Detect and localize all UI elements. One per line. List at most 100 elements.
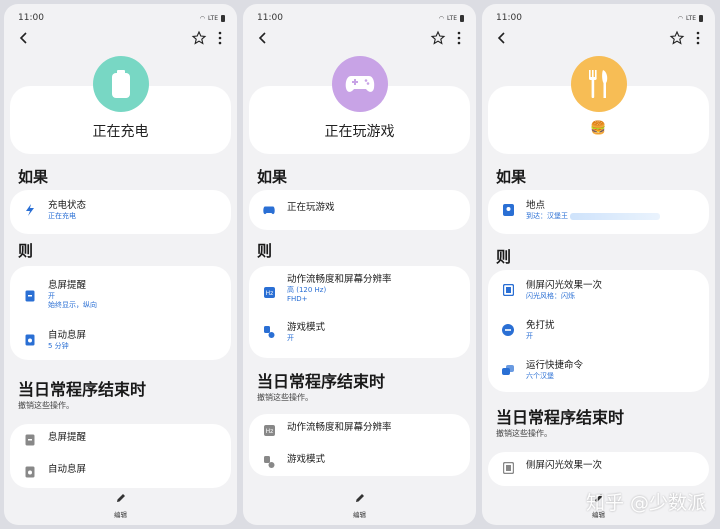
routine-title: 🍔 bbox=[590, 121, 607, 136]
end-subtitle: 撤销这些操作。 bbox=[257, 393, 313, 402]
top-bar bbox=[253, 28, 466, 50]
more-options-icon[interactable] bbox=[693, 30, 703, 46]
undo-item-game-mode[interactable]: 游戏模式 bbox=[249, 454, 470, 472]
then-heading: 则 bbox=[18, 242, 34, 260]
game-mode-icon bbox=[263, 326, 275, 338]
back-arrow-icon[interactable] bbox=[16, 30, 32, 46]
hero-icon-circle[interactable] bbox=[570, 56, 627, 112]
more-options-icon[interactable] bbox=[454, 30, 464, 46]
undo-item-title: 侧屏闪光效果一次 bbox=[526, 460, 603, 471]
wifi-icon: ◠ bbox=[677, 14, 684, 22]
if-heading: 如果 bbox=[18, 168, 49, 186]
if-heading: 如果 bbox=[257, 168, 288, 186]
status-time: 11:00 bbox=[257, 13, 283, 23]
hz-icon: Hz bbox=[263, 286, 275, 298]
action-title: 息屏提醒 bbox=[48, 280, 87, 291]
routine-panel-charging: 11:00 ◠ LTE 正在充电 如果 充电状态 正在充电 则 息屏提醒 开 始… bbox=[4, 4, 237, 525]
edit-label: 编辑 bbox=[114, 511, 127, 519]
aod-icon bbox=[24, 290, 36, 302]
status-time: 11:00 bbox=[18, 13, 44, 23]
network-label: LTE bbox=[208, 14, 218, 22]
end-card: 息屏提醒 自动息屏 bbox=[10, 424, 231, 488]
top-bar bbox=[14, 28, 227, 50]
action-edge-lighting[interactable]: 侧屏闪光效果一次 闪光风格：闪烁 bbox=[488, 280, 709, 306]
routine-panel-burger: 11:00 ◠ LTE 🍔 如果 地点 到达：汉堡王 则 侧屏闪光效果一次 闪光… bbox=[482, 4, 715, 525]
action-detail: 开 bbox=[526, 332, 533, 340]
status-bar: 11:00 ◠ LTE bbox=[496, 12, 703, 24]
action-refresh-rate[interactable]: Hz 动作流畅度和屏幕分辨率 高 (120 Hz) FHD+ bbox=[249, 274, 470, 312]
action-detail: 5 分钟 bbox=[48, 342, 69, 350]
battery-status-icon bbox=[221, 14, 225, 22]
status-bar: 11:00 ◠ LTE bbox=[257, 12, 464, 24]
condition-gaming[interactable]: 正在玩游戏 bbox=[249, 202, 470, 220]
network-label: LTE bbox=[447, 14, 457, 22]
screen-timeout-icon bbox=[24, 334, 36, 346]
undo-item-edge-lighting[interactable]: 侧屏闪光效果一次 bbox=[488, 460, 709, 478]
game-mode-icon-gray bbox=[263, 456, 275, 468]
end-heading: 当日常程序结束时 bbox=[257, 372, 386, 391]
pencil-icon bbox=[355, 494, 364, 502]
edge-lighting-icon bbox=[502, 284, 514, 296]
action-run-shortcut[interactable]: 运行快捷命令 六个汉堡 bbox=[488, 360, 709, 386]
condition-location[interactable]: 地点 到达：汉堡王 bbox=[488, 200, 709, 226]
wifi-icon: ◠ bbox=[199, 14, 206, 22]
end-card: 侧屏闪光效果一次 bbox=[488, 452, 709, 486]
then-card: Hz 动作流畅度和屏幕分辨率 高 (120 Hz) FHD+ 游戏模式 开 bbox=[249, 266, 470, 358]
action-title: 游戏模式 bbox=[287, 322, 326, 333]
battery-status-icon bbox=[460, 14, 464, 22]
gamepad-icon bbox=[263, 204, 275, 216]
action-detail-2: 始终显示，纵向 bbox=[48, 301, 97, 309]
if-card: 正在玩游戏 bbox=[249, 190, 470, 230]
action-detail-2: FHD+ bbox=[287, 295, 308, 303]
lightning-icon bbox=[24, 204, 36, 216]
star-icon[interactable] bbox=[191, 30, 207, 46]
end-subtitle: 撤销这些操作。 bbox=[18, 401, 74, 410]
action-dnd[interactable]: 免打扰 开 bbox=[488, 320, 709, 346]
action-screen-timeout[interactable]: 自动息屏 5 分钟 bbox=[10, 330, 231, 356]
hero-icon-circle[interactable] bbox=[331, 56, 388, 112]
end-heading: 当日常程序结束时 bbox=[496, 408, 625, 427]
action-title: 侧屏闪光效果一次 bbox=[526, 280, 603, 291]
hz-icon-gray: Hz bbox=[263, 424, 275, 436]
undo-item-title: 自动息屏 bbox=[48, 464, 87, 475]
star-icon[interactable] bbox=[430, 30, 446, 46]
condition-detail: 正在充电 bbox=[48, 212, 76, 220]
action-detail: 高 (120 Hz) bbox=[287, 286, 327, 294]
aod-icon-gray bbox=[24, 434, 36, 446]
undo-item-aod[interactable]: 息屏提醒 bbox=[10, 432, 231, 450]
edit-button[interactable]: 编辑 bbox=[243, 489, 476, 519]
wifi-icon: ◠ bbox=[438, 14, 445, 22]
edit-button[interactable]: 编辑 bbox=[4, 489, 237, 519]
more-options-icon[interactable] bbox=[215, 30, 225, 46]
undo-item-title: 息屏提醒 bbox=[48, 432, 87, 443]
undo-item-refresh-rate[interactable]: Hz 动作流畅度和屏幕分辨率 bbox=[249, 422, 470, 440]
action-detail: 闪光风格：闪烁 bbox=[526, 292, 575, 300]
then-card: 侧屏闪光效果一次 闪光风格：闪烁 免打扰 开 运行快捷命令 六个汉堡 bbox=[488, 270, 709, 392]
action-title: 运行快捷命令 bbox=[526, 360, 584, 371]
condition-title: 充电状态 bbox=[48, 200, 87, 211]
top-bar bbox=[492, 28, 705, 50]
if-heading: 如果 bbox=[496, 168, 527, 186]
action-title: 自动息屏 bbox=[48, 330, 87, 341]
undo-item-screen-timeout[interactable]: 自动息屏 bbox=[10, 464, 231, 482]
edge-lighting-icon-gray bbox=[502, 462, 514, 474]
gamepad-icon bbox=[345, 76, 374, 92]
condition-title: 正在玩游戏 bbox=[287, 202, 335, 213]
star-icon[interactable] bbox=[669, 30, 685, 46]
back-arrow-icon[interactable] bbox=[494, 30, 510, 46]
end-subtitle: 撤销这些操作。 bbox=[496, 429, 552, 438]
then-heading: 则 bbox=[496, 248, 512, 266]
hero-icon-circle[interactable] bbox=[92, 56, 149, 112]
routine-title: 正在充电 bbox=[92, 124, 149, 140]
action-detail: 开 bbox=[48, 292, 55, 300]
action-aod[interactable]: 息屏提醒 开 始终显示，纵向 bbox=[10, 280, 231, 318]
condition-title: 地点 bbox=[526, 200, 546, 211]
action-game-mode[interactable]: 游戏模式 开 bbox=[249, 322, 470, 348]
status-time: 11:00 bbox=[496, 13, 522, 23]
then-card: 息屏提醒 开 始终显示，纵向 自动息屏 5 分钟 bbox=[10, 266, 231, 360]
condition-charging-status[interactable]: 充电状态 正在充电 bbox=[10, 200, 231, 226]
end-heading: 当日常程序结束时 bbox=[18, 380, 147, 399]
then-heading: 则 bbox=[257, 242, 273, 260]
action-title: 免打扰 bbox=[526, 320, 555, 331]
back-arrow-icon[interactable] bbox=[255, 30, 271, 46]
